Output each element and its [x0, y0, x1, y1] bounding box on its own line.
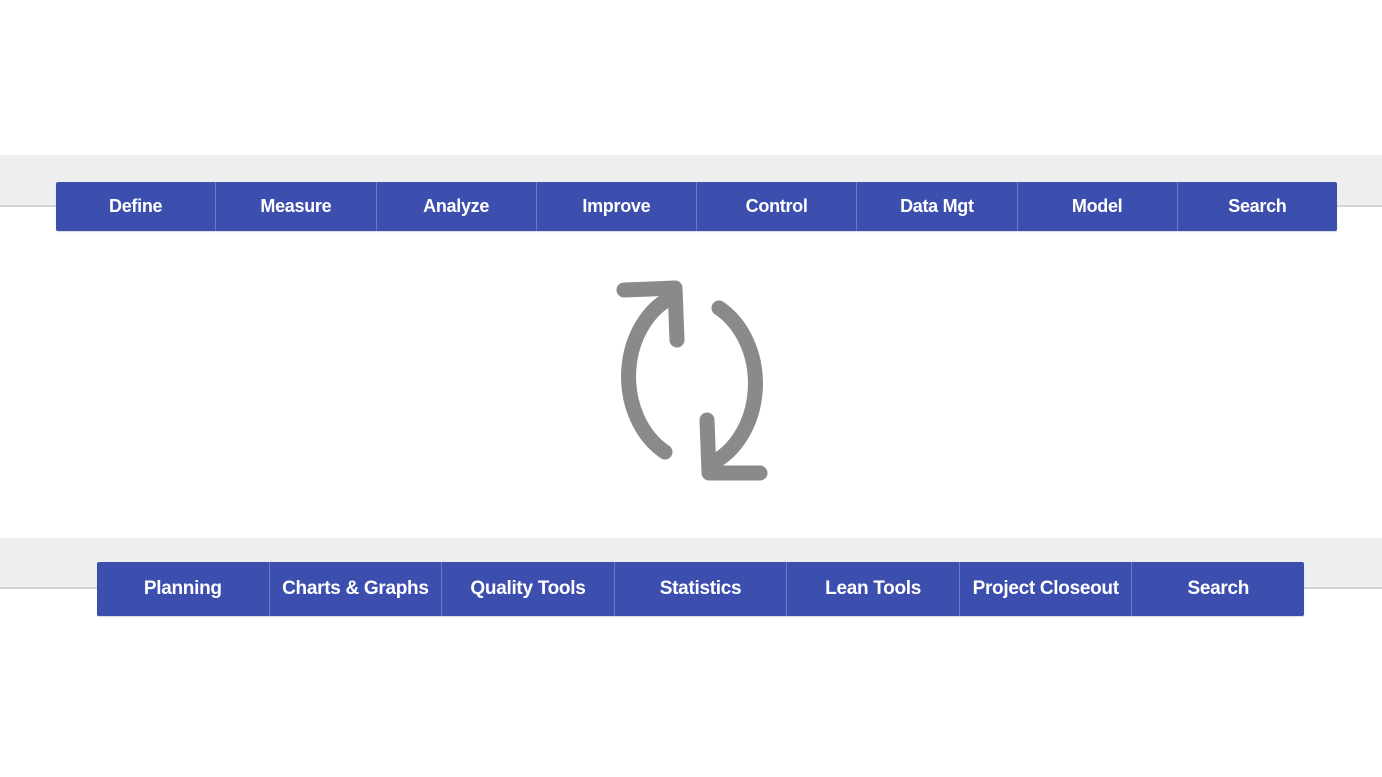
refresh-icon[interactable]	[592, 270, 792, 490]
tab-search-bottom[interactable]: Search	[1131, 562, 1304, 616]
top-menu-bar: Define Measure Analyze Improve Control D…	[56, 182, 1337, 231]
tab-planning[interactable]: Planning	[97, 562, 269, 616]
tab-analyze[interactable]: Analyze	[375, 182, 536, 231]
tab-control[interactable]: Control	[696, 182, 856, 231]
tab-model[interactable]: Model	[1016, 182, 1177, 231]
tab-project-closeout[interactable]: Project Closeout	[958, 562, 1132, 616]
page: Define Measure Analyze Improve Control D…	[0, 0, 1382, 777]
tab-statistics[interactable]: Statistics	[613, 562, 787, 616]
tab-charts-graphs[interactable]: Charts & Graphs	[268, 562, 442, 616]
tab-quality-tools[interactable]: Quality Tools	[441, 562, 614, 616]
bottom-menu-bar: Planning Charts & Graphs Quality Tools S…	[97, 562, 1304, 616]
tab-improve[interactable]: Improve	[535, 182, 696, 231]
tab-search-top[interactable]: Search	[1176, 182, 1337, 231]
tab-lean-tools[interactable]: Lean Tools	[786, 562, 959, 616]
tab-measure[interactable]: Measure	[215, 182, 375, 231]
tab-data-mgt[interactable]: Data Mgt	[856, 182, 1016, 231]
tab-define[interactable]: Define	[56, 182, 215, 231]
